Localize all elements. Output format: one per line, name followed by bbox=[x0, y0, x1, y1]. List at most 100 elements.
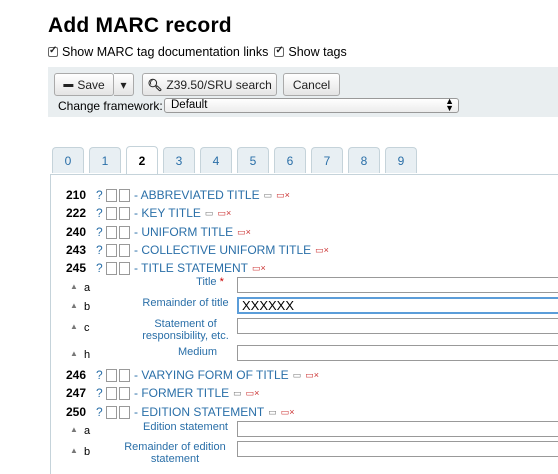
delete-tag-icon[interactable]: ▭× bbox=[281, 407, 295, 418]
tag-name-link[interactable]: - KEY TITLE bbox=[134, 206, 201, 220]
indicator-1-input[interactable] bbox=[106, 206, 117, 220]
tab-4[interactable]: 4 bbox=[200, 147, 232, 173]
clone-tag-icon[interactable]: ▭ bbox=[233, 388, 242, 399]
tag-name-link[interactable]: - VARYING FORM OF TITLE bbox=[134, 368, 289, 382]
indicator-2-input[interactable] bbox=[119, 188, 130, 202]
tag-number: 210 bbox=[66, 188, 87, 202]
tab-5[interactable]: 5 bbox=[237, 147, 269, 173]
indicator-1-input[interactable] bbox=[106, 368, 117, 382]
clone-tag-icon[interactable]: ▭ bbox=[268, 407, 277, 418]
subfield-row-b: ▲ b bbox=[70, 301, 94, 313]
tab-7[interactable]: 7 bbox=[311, 147, 343, 173]
cancel-button[interactable]: Cancel bbox=[283, 73, 340, 96]
doc-links-label: Show MARC tag documentation links bbox=[62, 45, 269, 59]
subfield-input[interactable] bbox=[237, 277, 558, 293]
tag-name-link[interactable]: - UNIFORM TITLE bbox=[134, 225, 233, 239]
delete-tag-icon[interactable]: ▭× bbox=[315, 245, 329, 256]
doc-links-option[interactable]: Show MARC tag documentation links bbox=[48, 45, 268, 59]
indicator-1-input[interactable] bbox=[106, 188, 117, 202]
indicator-2-input[interactable] bbox=[119, 405, 130, 419]
subfield-row-a: ▲ a bbox=[70, 425, 94, 437]
tag-name-link[interactable]: - TITLE STATEMENT bbox=[134, 261, 248, 275]
save-button[interactable]: ▬ Save bbox=[54, 73, 114, 96]
subfield-code: a bbox=[84, 425, 91, 437]
tag-name-link[interactable]: - EDITION STATEMENT bbox=[134, 405, 264, 419]
tag-help-link[interactable]: ? bbox=[96, 243, 106, 257]
indicator-1-input[interactable] bbox=[106, 386, 117, 400]
indicator-2-input[interactable] bbox=[119, 206, 130, 220]
tag-name-link[interactable]: - ABBREVIATED TITLE bbox=[134, 188, 260, 202]
clone-tag-icon[interactable]: ▭ bbox=[205, 208, 214, 219]
subfield-row-h: ▲ h bbox=[70, 349, 94, 361]
subfield-label-text: Title bbox=[196, 276, 217, 288]
indicator-1-input[interactable] bbox=[106, 261, 117, 275]
indicator-2-input[interactable] bbox=[119, 243, 130, 257]
delete-tag-icon[interactable]: ▭× bbox=[276, 190, 290, 201]
tag-help-link[interactable]: ? bbox=[96, 225, 106, 239]
select-arrows-icon: ▲ ▼ bbox=[445, 96, 454, 113]
clone-tag-icon[interactable]: ▭ bbox=[293, 370, 302, 381]
delete-tag-icon[interactable]: ▭× bbox=[237, 227, 251, 238]
move-up-icon[interactable]: ▲ bbox=[70, 425, 84, 437]
subfield-input[interactable] bbox=[237, 345, 558, 361]
tab-1[interactable]: 1 bbox=[89, 147, 121, 173]
delete-tag-icon[interactable]: ▭× bbox=[305, 370, 319, 381]
tab-3[interactable]: 3 bbox=[163, 147, 195, 173]
tab-8[interactable]: 8 bbox=[348, 147, 380, 173]
clone-tag-icon[interactable]: ▭ bbox=[264, 190, 273, 201]
framework-value: Default bbox=[171, 99, 208, 111]
move-up-icon[interactable]: ▲ bbox=[70, 322, 84, 334]
tab-2[interactable]: 2 bbox=[126, 146, 158, 174]
z3950-label: Z39.50/SRU search bbox=[166, 77, 272, 92]
delete-tag-icon[interactable]: ▭× bbox=[217, 208, 231, 219]
indicator-1-input[interactable] bbox=[106, 243, 117, 257]
subfield-label-text: Medium bbox=[177, 346, 218, 358]
subfield-label: Edition statement bbox=[128, 421, 243, 433]
indicator-1-input[interactable] bbox=[106, 225, 117, 239]
indicator-2-input[interactable] bbox=[119, 368, 130, 382]
move-up-icon[interactable]: ▲ bbox=[70, 301, 84, 313]
tag-name-link[interactable]: - FORMER TITLE bbox=[134, 386, 229, 400]
subfield-label: Statement of responsibility, etc. bbox=[128, 318, 243, 342]
subfield-input[interactable] bbox=[237, 318, 558, 334]
save-options-dropdown[interactable]: ▾ bbox=[114, 73, 134, 96]
subfield-input[interactable]: XXXXXX bbox=[237, 297, 558, 314]
tag-help-link[interactable]: ? bbox=[96, 188, 106, 202]
tag-number: 247 bbox=[66, 386, 87, 400]
move-up-icon[interactable]: ▲ bbox=[70, 446, 84, 458]
display-options: Show MARC tag documentation links Show t… bbox=[48, 45, 353, 59]
tab-6[interactable]: 6 bbox=[274, 147, 306, 173]
save-icon: ▬ bbox=[63, 79, 74, 90]
tag-row-240: 240? - UNIFORM TITLE ▭× bbox=[66, 225, 251, 239]
tag-help-link[interactable]: ? bbox=[96, 368, 106, 382]
show-tags-option[interactable]: Show tags bbox=[274, 45, 347, 59]
tag-row-243: 243? - COLLECTIVE UNIFORM TITLE ▭× bbox=[66, 243, 329, 257]
indicator-1-input[interactable] bbox=[106, 405, 117, 419]
framework-select[interactable]: Default ▲ ▼ bbox=[164, 96, 459, 113]
subfield-code: h bbox=[84, 349, 91, 361]
tag-help-link[interactable]: ? bbox=[96, 386, 106, 400]
tag-help-link[interactable]: ? bbox=[96, 405, 106, 419]
subfield-input[interactable] bbox=[237, 441, 558, 457]
delete-tag-icon[interactable]: ▭× bbox=[252, 263, 266, 274]
tag-number: 250 bbox=[66, 405, 87, 419]
tab-0[interactable]: 0 bbox=[52, 147, 84, 173]
indicator-2-input[interactable] bbox=[119, 225, 130, 239]
move-up-icon[interactable]: ▲ bbox=[70, 349, 84, 361]
z3950-search-button[interactable]: 🔍︎ Z39.50/SRU search bbox=[142, 73, 277, 96]
doc-links-checkbox[interactable] bbox=[48, 45, 58, 57]
subfield-code: b bbox=[84, 301, 91, 313]
tag-help-link[interactable]: ? bbox=[96, 261, 106, 275]
tag-row-245: 245? - TITLE STATEMENT ▭× bbox=[66, 261, 266, 275]
delete-tag-icon[interactable]: ▭× bbox=[246, 388, 260, 399]
show-tags-checkbox[interactable] bbox=[274, 45, 285, 57]
indicator-2-input[interactable] bbox=[119, 261, 130, 275]
tag-row-210: 210? - ABBREVIATED TITLE ▭ ▭× bbox=[66, 188, 290, 202]
tab-9[interactable]: 9 bbox=[385, 147, 417, 173]
tag-name-link[interactable]: - COLLECTIVE UNIFORM TITLE bbox=[134, 243, 311, 257]
subfield-input[interactable] bbox=[237, 421, 558, 437]
tag-number: 240 bbox=[66, 225, 87, 239]
move-up-icon[interactable]: ▲ bbox=[70, 282, 84, 294]
tag-help-link[interactable]: ? bbox=[96, 206, 106, 220]
indicator-2-input[interactable] bbox=[119, 386, 130, 400]
